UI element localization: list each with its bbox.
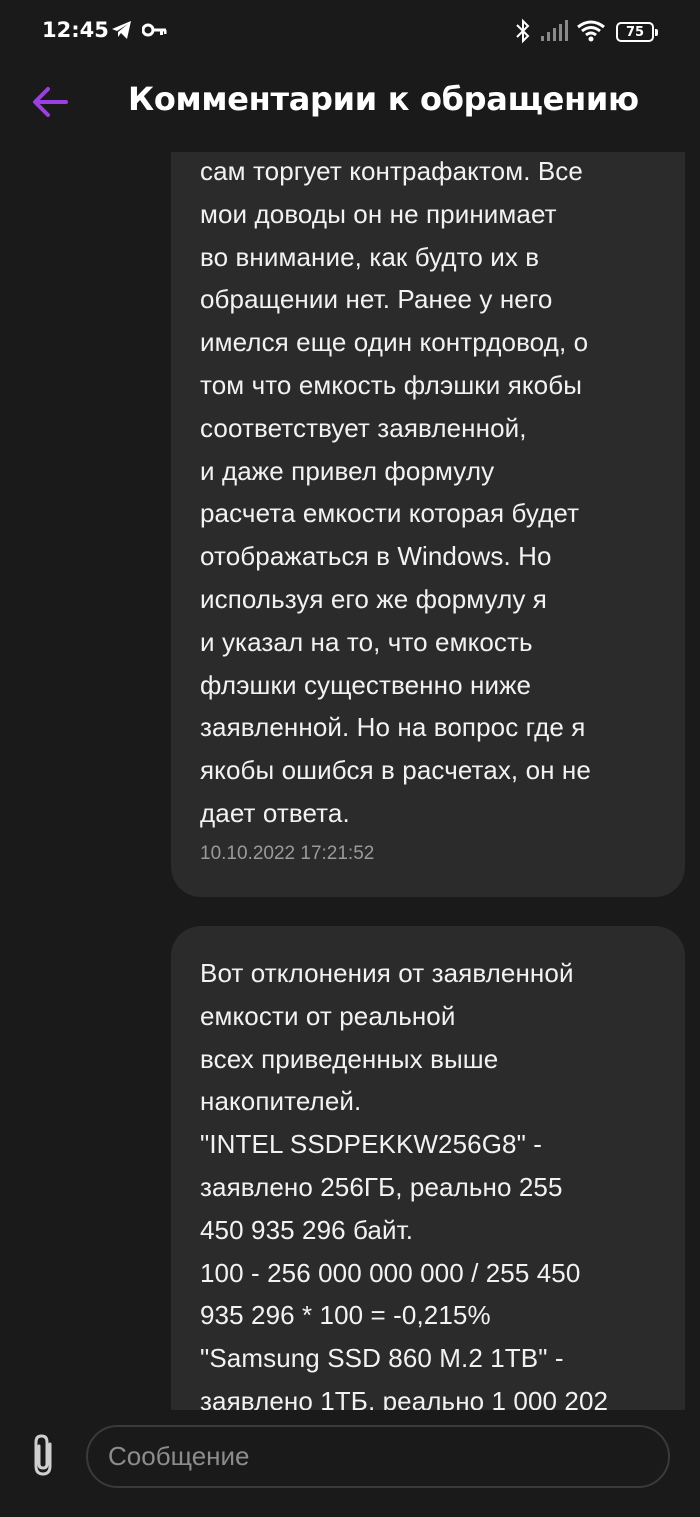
message-text: сам торгует контрафактом. Все мои доводы… [200,156,591,828]
battery-icon: 75 [616,22,658,42]
signal-icon [540,18,568,48]
status-time: 12:45 [42,18,109,42]
messages-list[interactable]: сам торгует контрафактом. Все мои доводы… [0,152,700,1410]
app-header: Комментарии к обращению [0,64,700,152]
page-title: Комментарии к обращению [128,80,639,118]
composer-bar [0,1410,700,1517]
message-input[interactable] [86,1425,670,1488]
bluetooth-icon [514,18,532,48]
message-bubble: сам торгует контрафактом. Все мои доводы… [171,152,685,897]
message-text: Вот отклонения от заявленной емкости от … [200,958,609,1410]
attach-button[interactable] [24,1432,64,1484]
back-button[interactable] [26,80,74,128]
status-bar: 12:45 75 [0,0,700,64]
arrow-left-icon [30,82,70,126]
telegram-icon [110,18,134,46]
message-timestamp: 10.10.2022 17:21:52 [200,842,375,864]
message-bubble: Вот отклонения от заявленной емкости от … [171,926,685,1410]
key-icon [141,18,168,46]
wifi-icon [576,18,606,48]
paperclip-icon [28,1432,60,1484]
